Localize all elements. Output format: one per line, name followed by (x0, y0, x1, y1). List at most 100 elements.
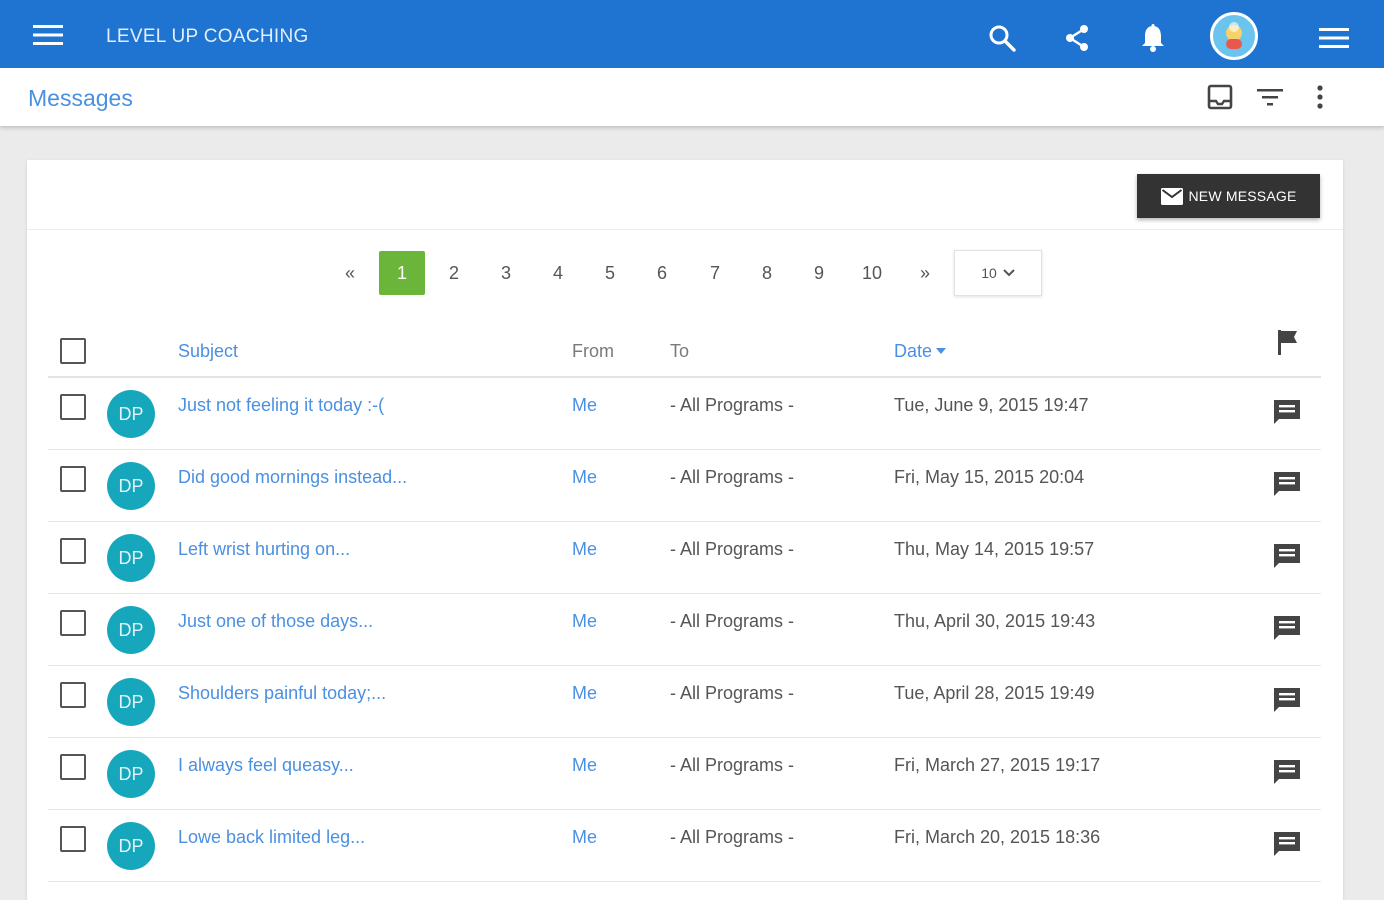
message-date: Fri, March 20, 2015 18:36 (894, 827, 1101, 847)
message-from[interactable]: Me (572, 611, 597, 632)
select-all-checkbox[interactable] (60, 338, 86, 364)
message-from[interactable]: Me (572, 395, 597, 416)
message-date: Thu, April 30, 2015 19:43 (894, 611, 1096, 631)
chevron-down-icon (1003, 269, 1015, 277)
message-subject[interactable]: Just one of those days... (178, 611, 373, 632)
comment-icon[interactable] (1267, 464, 1307, 504)
message-from[interactable]: Me (572, 827, 597, 848)
search-icon[interactable] (982, 18, 1022, 58)
message-from[interactable]: Me (572, 683, 597, 704)
avatar[interactable] (1210, 12, 1258, 60)
message-date: Fri, March 27, 2015 19:17 (894, 755, 1101, 775)
row-checkbox[interactable] (60, 394, 86, 420)
sender-avatar: DP (107, 750, 155, 798)
notifications-icon[interactable] (1133, 18, 1173, 58)
messages-card: NEW MESSAGE « 1 2 3 4 5 6 7 8 9 10 » 10 … (27, 160, 1343, 900)
app-title: LEVEL UP COACHING (106, 26, 309, 47)
first-page-button[interactable]: « (327, 251, 373, 295)
table-row[interactable]: DP I always feel queasy... Me - All Prog… (48, 738, 1321, 810)
sender-avatar: DP (107, 462, 155, 510)
message-to: - All Programs - (670, 611, 795, 631)
menu-icon[interactable] (28, 20, 68, 50)
sub-header: Messages (0, 68, 1384, 126)
row-checkbox[interactable] (60, 610, 86, 636)
sender-avatar: DP (107, 678, 155, 726)
page-8-button[interactable]: 8 (744, 251, 790, 295)
message-to: - All Programs - (670, 827, 795, 847)
sender-avatar: DP (107, 534, 155, 582)
mail-icon (1160, 187, 1183, 205)
message-to: - All Programs - (670, 467, 795, 487)
comment-icon[interactable] (1267, 680, 1307, 720)
last-page-button[interactable]: » (902, 251, 948, 295)
page-title: Messages (28, 85, 133, 111)
message-subject[interactable]: Just not feeling it today :-( (178, 395, 384, 416)
page-10-button[interactable]: 10 (849, 251, 895, 295)
flag-icon[interactable] (1273, 327, 1303, 357)
comment-icon[interactable] (1267, 824, 1307, 864)
message-from[interactable]: Me (572, 755, 597, 776)
to-column-header: To (670, 341, 690, 361)
row-checkbox[interactable] (60, 754, 86, 780)
message-to: - All Programs - (670, 755, 795, 775)
card-toolbar: NEW MESSAGE (27, 160, 1343, 230)
message-subject[interactable]: Shoulders painful today;... (178, 683, 386, 704)
filter-icon[interactable] (1250, 80, 1290, 114)
message-date: Thu, May 14, 2015 19:57 (894, 539, 1095, 559)
page-3-button[interactable]: 3 (483, 251, 529, 295)
app-bar: LEVEL UP COACHING (0, 0, 1384, 68)
page-5-button[interactable]: 5 (587, 251, 633, 295)
message-to: - All Programs - (670, 395, 795, 415)
sender-avatar: DP (107, 606, 155, 654)
page-4-button[interactable]: 4 (535, 251, 581, 295)
sender-avatar: DP (107, 822, 155, 870)
message-to: - All Programs - (670, 539, 795, 559)
messages-table: Subject From To Date DP Just not feeling… (48, 325, 1321, 882)
message-subject[interactable]: I always feel queasy... (178, 755, 354, 776)
message-date: Tue, June 9, 2015 19:47 (894, 395, 1089, 415)
message-subject[interactable]: Lowe back limited leg... (178, 827, 365, 848)
row-checkbox[interactable] (60, 538, 86, 564)
message-from[interactable]: Me (572, 539, 597, 560)
new-message-label: NEW MESSAGE (1188, 188, 1297, 204)
date-column-header[interactable]: Date (894, 341, 947, 362)
from-column-header: From (572, 341, 614, 361)
table-row[interactable]: DP Lowe back limited leg... Me - All Pro… (48, 810, 1321, 882)
message-date: Fri, May 15, 2015 20:04 (894, 467, 1085, 487)
table-row[interactable]: DP Just not feeling it today :-( Me - Al… (48, 378, 1321, 450)
message-date: Tue, April 28, 2015 19:49 (894, 683, 1095, 703)
page-9-button[interactable]: 9 (796, 251, 842, 295)
subject-column-header[interactable]: Subject (178, 341, 238, 362)
page-2-button[interactable]: 2 (431, 251, 477, 295)
row-checkbox[interactable] (60, 826, 86, 852)
table-row[interactable]: DP Shoulders painful today;... Me - All … (48, 666, 1321, 738)
table-header: Subject From To Date (48, 325, 1321, 378)
message-subject[interactable]: Did good mornings instead... (178, 467, 407, 488)
table-row[interactable]: DP Did good mornings instead... Me - All… (48, 450, 1321, 522)
comment-icon[interactable] (1267, 752, 1307, 792)
message-subject[interactable]: Left wrist hurting on... (178, 539, 350, 560)
pagination: « 1 2 3 4 5 6 7 8 9 10 » 10 (27, 250, 1343, 296)
date-header-label: Date (894, 341, 933, 361)
per-page-value: 10 (981, 265, 997, 281)
inbox-icon[interactable] (1200, 80, 1240, 114)
share-icon[interactable] (1057, 18, 1097, 58)
message-from[interactable]: Me (572, 467, 597, 488)
table-row[interactable]: DP Just one of those days... Me - All Pr… (48, 594, 1321, 666)
message-to: - All Programs - (670, 683, 795, 703)
menu-icon[interactable] (1314, 18, 1354, 58)
sender-avatar: DP (107, 390, 155, 438)
table-row[interactable]: DP Left wrist hurting on... Me - All Pro… (48, 522, 1321, 594)
sort-down-icon (936, 348, 947, 354)
row-checkbox[interactable] (60, 466, 86, 492)
row-checkbox[interactable] (60, 682, 86, 708)
more-vert-icon[interactable] (1300, 80, 1340, 114)
page-6-button[interactable]: 6 (639, 251, 685, 295)
comment-icon[interactable] (1267, 392, 1307, 432)
comment-icon[interactable] (1267, 536, 1307, 576)
comment-icon[interactable] (1267, 608, 1307, 648)
page-1-button[interactable]: 1 (379, 251, 425, 295)
page-7-button[interactable]: 7 (692, 251, 738, 295)
new-message-button[interactable]: NEW MESSAGE (1137, 174, 1320, 218)
per-page-select[interactable]: 10 (954, 250, 1042, 296)
